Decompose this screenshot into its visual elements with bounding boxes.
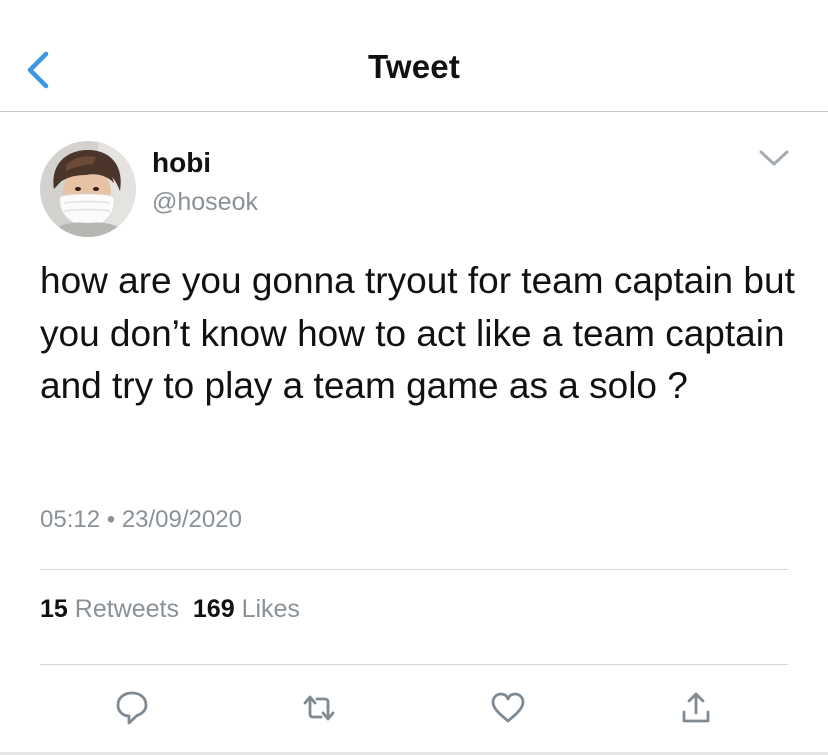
tweet-time: 05:12 <box>40 506 101 533</box>
reply-icon <box>116 691 148 725</box>
reply-button[interactable] <box>110 686 154 730</box>
retweet-icon <box>303 695 335 721</box>
share-button[interactable] <box>674 686 718 730</box>
tweet-timestamp: 05:12 • 23/09/2020 <box>40 506 242 534</box>
retweets-label: Retweets <box>74 595 179 623</box>
avatar[interactable] <box>40 141 136 237</box>
meta-separator: • <box>106 506 116 533</box>
divider <box>40 664 788 665</box>
share-icon <box>682 692 710 723</box>
likes-label: Likes <box>241 595 300 623</box>
likes-count: 169 <box>192 595 235 623</box>
header-bar: Tweet <box>0 0 828 112</box>
retweet-button[interactable] <box>297 686 341 730</box>
heart-icon <box>491 692 525 723</box>
more-options-button[interactable] <box>756 146 792 170</box>
tweet-date: 23/09/2020 <box>121 506 242 533</box>
username-handle[interactable]: @hoseok <box>152 188 258 217</box>
profile-photo <box>40 141 136 237</box>
retweets-link[interactable]: 15 Retweets <box>40 595 179 623</box>
divider <box>40 569 788 570</box>
chevron-down-icon <box>759 150 789 166</box>
engagement-stats: 15 Retweets 169 Likes <box>40 595 300 624</box>
like-button[interactable] <box>486 686 530 730</box>
retweets-count: 15 <box>40 595 68 623</box>
likes-link[interactable]: 169 Likes <box>193 595 300 623</box>
tweet-text: how are you gonna tryout for team captai… <box>40 260 795 406</box>
display-name[interactable]: hobi <box>152 147 211 179</box>
page-title: Tweet <box>367 48 461 85</box>
